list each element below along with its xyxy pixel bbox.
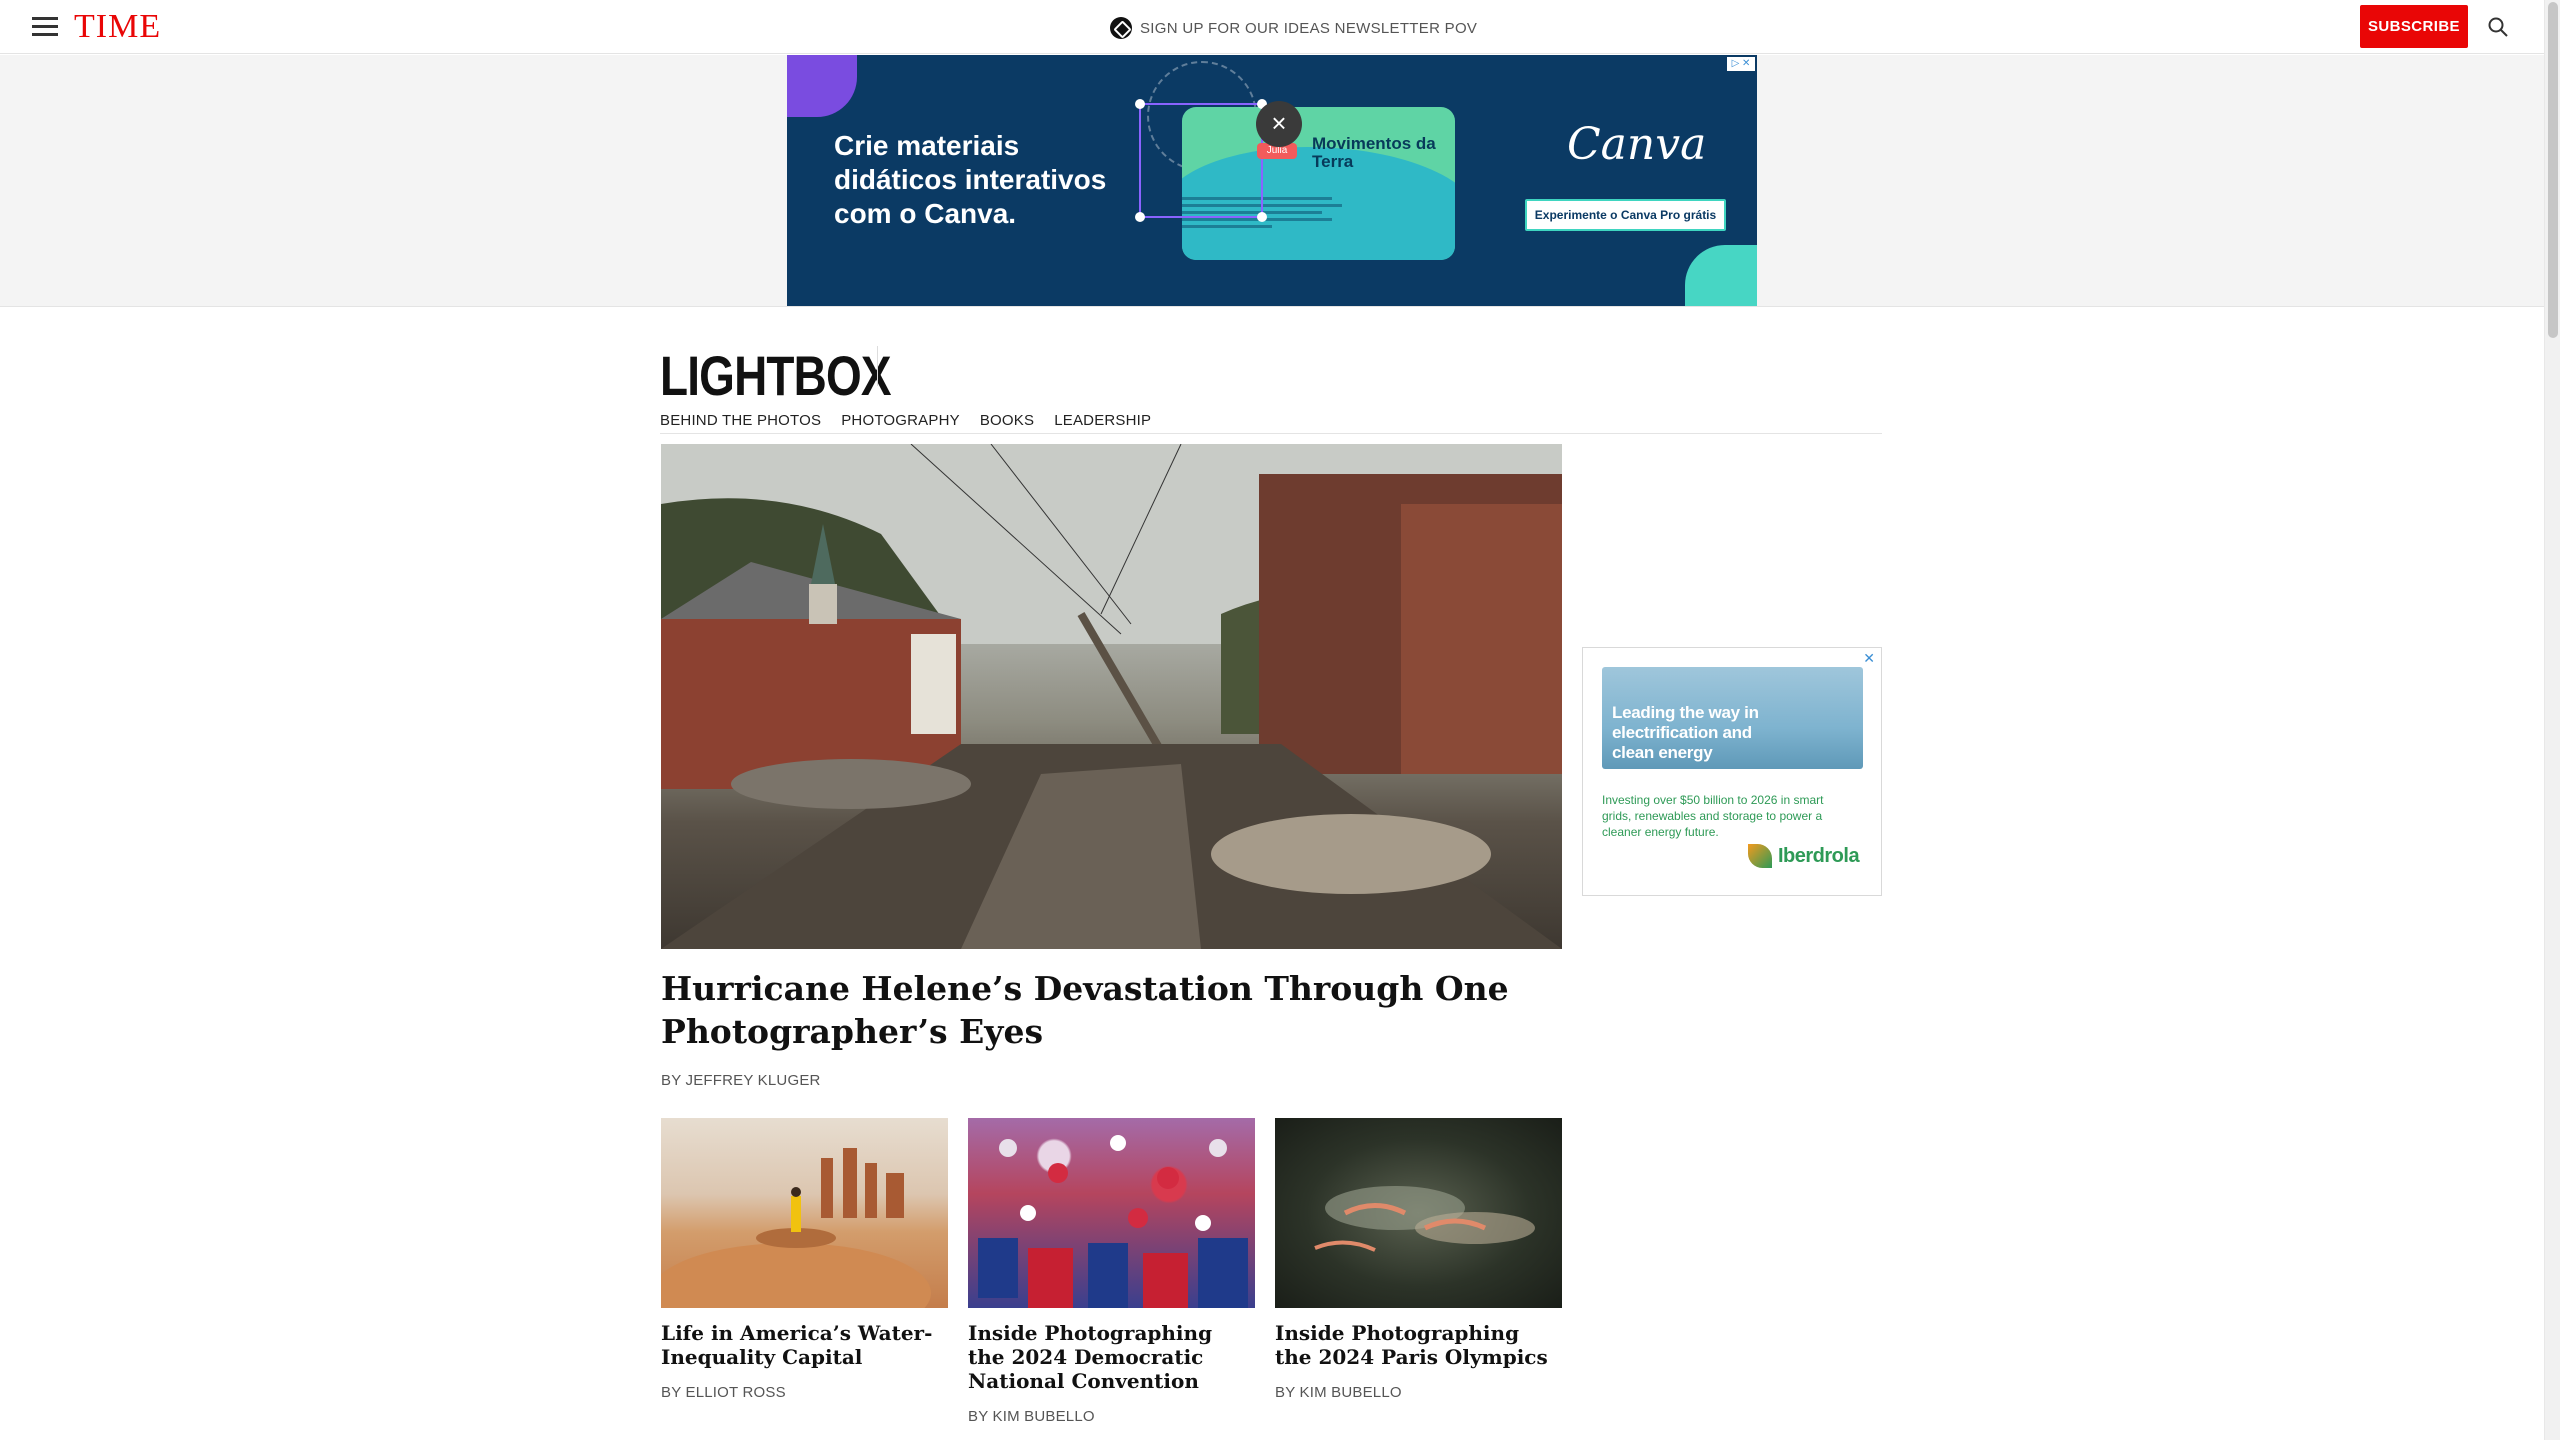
wind-farm-image: Leading the way in electrification and c… — [1602, 667, 1863, 769]
iberdrola-brand: Iberdrola — [1778, 844, 1860, 867]
article-card: Life in America’s Water-Inequality Capit… — [661, 1118, 948, 1401]
swimmers-illustration — [1314, 1186, 1535, 1252]
side-ad-body: Investing over $50 billion to 2026 in sm… — [1602, 793, 1824, 839]
subnav-leadership[interactable]: LEADERSHIP — [1054, 412, 1151, 429]
article-card-title[interactable]: Life in America’s Water-Inequality Capit… — [661, 1321, 948, 1369]
top-ad-band: Crie materiais didáticos interativos com… — [0, 55, 2544, 307]
ad-decoration — [787, 55, 857, 117]
newsletter-signup-link[interactable]: SIGN UP FOR OUR IDEAS NEWSLETTER POV — [1110, 16, 1477, 40]
iberdrola-logo: Iberdrola — [1748, 844, 1860, 868]
article-card-image[interactable] — [1275, 1118, 1562, 1308]
lightbulb-decoration — [1685, 245, 1757, 306]
subscribe-button[interactable]: SUBSCRIBE — [2360, 5, 2468, 48]
article-card-byline[interactable]: BY ELLIOT ROSS — [661, 1384, 948, 1401]
article-card: Inside Photographing the 2024 Paris Olym… — [1275, 1118, 1562, 1401]
section-subnav: BEHIND THE PHOTOS PHOTOGRAPHY BOOKS LEAD… — [660, 412, 1151, 429]
section-title: LIGHTBOX — [660, 344, 892, 407]
canva-ad-headline: Crie materiais didáticos interativos com… — [834, 130, 1107, 229]
hero-photo-illustration — [661, 444, 1562, 949]
canva-card-title: Movimentos da Terra — [1312, 134, 1436, 171]
desert-illustration — [661, 1148, 931, 1308]
top-bar: TIME SIGN UP FOR OUR IDEAS NEWSLETTER PO… — [0, 0, 2544, 54]
side-ad-headline: Leading the way in electrification and c… — [1612, 703, 1759, 762]
subnav-photography[interactable]: PHOTOGRAPHY — [841, 412, 960, 429]
newsletter-icon — [1110, 17, 1132, 39]
leaf-icon — [1748, 844, 1772, 868]
search-icon[interactable] — [2486, 15, 2510, 39]
article-card: Inside Photographing the 2024 Democratic… — [968, 1118, 1255, 1425]
canva-cta-button[interactable]: Experimente o Canva Pro grátis — [1525, 199, 1726, 231]
subnav-books[interactable]: BOOKS — [980, 412, 1034, 429]
adchoices-icon[interactable]: ▷ ✕ — [1727, 57, 1755, 71]
hero-image[interactable] — [661, 444, 1562, 949]
time-logo[interactable]: TIME — [74, 10, 161, 44]
article-card-byline[interactable]: BY KIM BUBELLO — [1275, 1384, 1562, 1401]
ad-close-button[interactable]: × — [1256, 101, 1302, 147]
article-card-image[interactable] — [661, 1118, 948, 1308]
article-card-title[interactable]: Inside Photographing the 2024 Paris Olym… — [1275, 1321, 1562, 1369]
article-card-image[interactable] — [968, 1118, 1255, 1308]
subnav-divider — [660, 433, 1882, 434]
hamburger-menu-icon[interactable] — [32, 17, 58, 37]
scrollbar[interactable] — [2544, 0, 2560, 1440]
canva-banner-ad[interactable]: Crie materiais didáticos interativos com… — [787, 55, 1757, 306]
hero-headline[interactable]: Hurricane Helene’s Devastation Through O… — [661, 967, 1562, 1053]
scrollbar-thumb[interactable] — [2548, 2, 2558, 338]
hero-byline[interactable]: BY JEFFREY KLUGER — [661, 1072, 821, 1089]
newsletter-text: SIGN UP FOR OUR IDEAS NEWSLETTER POV — [1140, 19, 1478, 37]
canva-logo: Canva — [1567, 119, 1707, 170]
article-card-title[interactable]: Inside Photographing the 2024 Democratic… — [968, 1321, 1255, 1393]
iberdrola-sidebar-ad[interactable]: ✕ Leading the way in electrification and… — [1582, 647, 1882, 896]
article-card-byline[interactable]: BY KIM BUBELLO — [968, 1408, 1255, 1425]
subnav-behind-the-photos[interactable]: BEHIND THE PHOTOS — [660, 412, 821, 429]
title-divider — [877, 346, 878, 386]
convention-illustration — [978, 1135, 1248, 1308]
selection-box — [1135, 99, 1267, 222]
ad-close-icon[interactable]: ✕ — [1863, 650, 1875, 667]
